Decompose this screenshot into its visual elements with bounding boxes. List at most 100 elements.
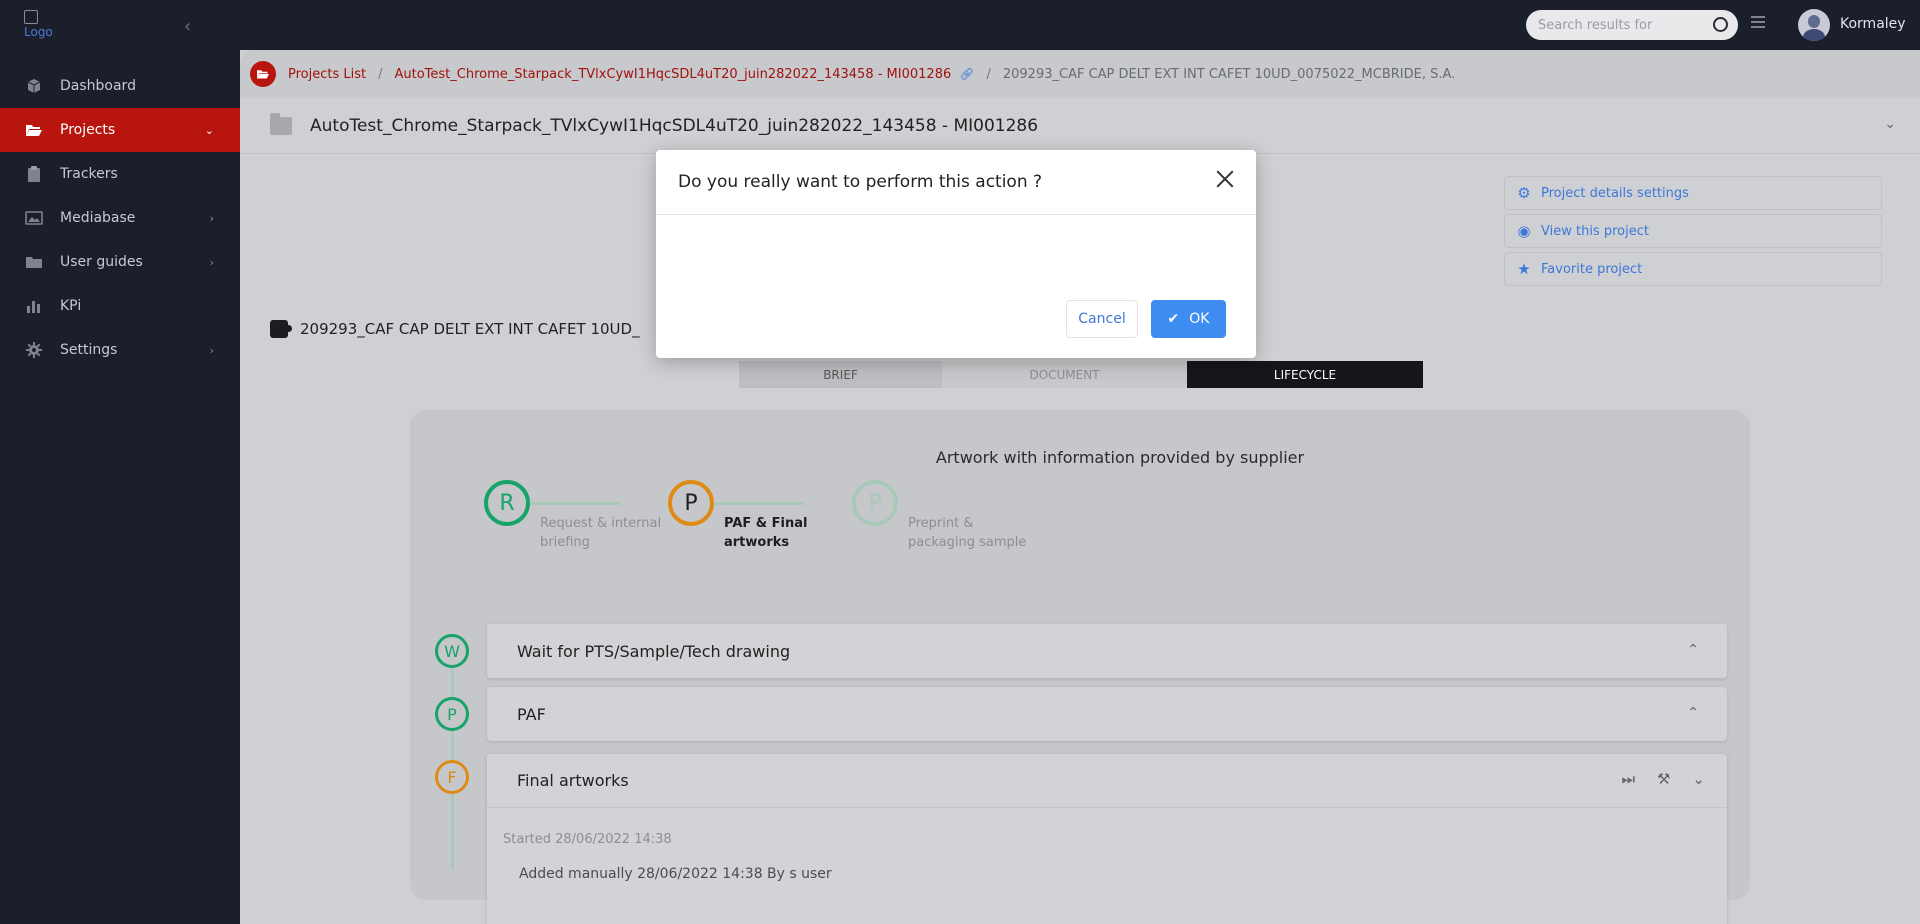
lifecycle-panel: Artwork with information provided by sup… (410, 410, 1750, 924)
gear-icon: ⚙ (1517, 184, 1531, 202)
tab-lifecycle[interactable]: LIFECYCLE (1187, 361, 1423, 388)
step-circle-request[interactable]: R (484, 480, 530, 526)
chevron-up-icon[interactable]: ⌃ (1687, 705, 1699, 721)
step-label-line: Preprint & (908, 516, 974, 531)
stage-actions: ⏭︎ ⚒︎ ⌄ (1621, 770, 1705, 788)
document-title: 209293_CAF CAP DELT EXT INT CAFET 10UD_ (270, 320, 640, 338)
sidebar-item-kpi[interactable]: KPi (0, 284, 240, 328)
step-label-line: PAF & Final (724, 516, 808, 531)
breadcrumb-separator: / (986, 66, 991, 82)
step-connector (530, 502, 620, 505)
stage-final-artworks: Final artworks ⏭︎ ⚒︎ ⌄ Started 28/06/202… (487, 754, 1727, 924)
favorite-project-label: Favorite project (1541, 261, 1643, 277)
collapse-sidebar-button[interactable]: ‹ (184, 16, 191, 37)
step-label-request: Request & internal briefing (540, 514, 661, 552)
project-details-settings-label: Project details settings (1541, 185, 1689, 201)
stage-name: PAF (517, 704, 546, 724)
folder-open-icon (250, 61, 276, 87)
chevron-up-icon[interactable]: ⌃ (1687, 642, 1699, 658)
view-project-label: View this project (1541, 223, 1649, 239)
stage-paf[interactable]: PAF ⌃ (487, 687, 1727, 741)
sidebar-item-label: Mediabase (60, 210, 136, 226)
step-label-line: artworks (724, 535, 790, 550)
sidebar-item-settings[interactable]: Settings › (0, 328, 240, 372)
breadcrumb-project[interactable]: AutoTest_Chrome_Starpack_TVlxCywI1HqcSDL… (395, 67, 952, 82)
sidebar-item-user-guides[interactable]: User guides › (0, 240, 240, 284)
sidebar-item-dashboard[interactable]: Dashboard (0, 64, 240, 108)
tools-icon[interactable]: ⚒︎ (1657, 770, 1670, 788)
step-label-paf: PAF & Final artworks (724, 514, 807, 552)
sidebar-item-projects[interactable]: Projects ⌄ (0, 108, 240, 152)
logo[interactable]: Logo (24, 10, 64, 44)
folder-icon (24, 252, 44, 272)
broken-image-icon (24, 10, 38, 24)
sidebar-item-label: Dashboard (60, 78, 136, 94)
stage-name: Final artworks (517, 771, 629, 790)
menu-icon[interactable] (1751, 16, 1765, 32)
document-tabs: BRIEF DOCUMENT LIFECYCLE (739, 361, 1423, 388)
folder-open-icon (24, 120, 44, 140)
skip-forward-icon[interactable]: ⏭︎ (1621, 770, 1635, 788)
stage-circle-wait: W (435, 634, 469, 668)
folder-icon (270, 112, 292, 135)
chevron-right-icon: › (209, 255, 214, 269)
project-details-settings-button[interactable]: ⚙ Project details settings (1504, 176, 1882, 210)
stage-started-text: Started 28/06/2022 14:38 (503, 832, 672, 847)
stage-name: Wait for PTS/Sample/Tech drawing (517, 641, 791, 661)
project-actions: ⚙ Project details settings ◉ View this p… (1504, 176, 1882, 290)
sidebar-item-label: Projects (60, 122, 116, 138)
sidebar-item-label: Trackers (60, 166, 118, 182)
link-icon[interactable]: 🔗︎ (959, 67, 974, 81)
stage-circle-paf: P (435, 697, 469, 731)
breadcrumb-separator: / (378, 66, 383, 82)
ok-button[interactable]: ✔ OK (1151, 300, 1226, 338)
image-icon (24, 208, 44, 228)
clipboard-icon (24, 164, 44, 184)
view-project-button[interactable]: ◉ View this project (1504, 214, 1882, 248)
sidebar-item-label: User guides (60, 254, 143, 270)
chevron-right-icon: › (209, 343, 214, 357)
sidebar-item-mediabase[interactable]: Mediabase › (0, 196, 240, 240)
step-label-line: briefing (540, 535, 590, 550)
step-circle-preprint[interactable]: P (852, 480, 898, 526)
sidebar-item-label: Settings (60, 342, 118, 358)
sidebar: Logo ‹ Dashboard Projects ⌄ Trackers Med… (0, 0, 240, 924)
tab-brief[interactable]: BRIEF (739, 361, 942, 388)
favorite-project-button[interactable]: ★ Favorite project (1504, 252, 1882, 286)
gear-icon (24, 340, 44, 360)
breadcrumb: Projects List / AutoTest_Chrome_Starpack… (240, 50, 1920, 98)
stage-wait-pts[interactable]: Wait for PTS/Sample/Tech drawing ⌃ (487, 624, 1727, 678)
avatar[interactable] (1798, 9, 1830, 41)
bar-chart-icon (24, 296, 44, 316)
chevron-down-icon: ⌄ (204, 123, 214, 137)
close-icon[interactable] (1214, 168, 1236, 190)
sidebar-item-label: KPi (60, 298, 82, 314)
step-label-preprint: Preprint & packaging sample (908, 514, 1026, 552)
search-box (1526, 10, 1738, 40)
chevron-down-icon[interactable]: ⌄ (1884, 116, 1896, 132)
username[interactable]: Kormaley (1840, 16, 1906, 32)
cancel-button[interactable]: Cancel (1066, 300, 1138, 338)
document-title-text: 209293_CAF CAP DELT EXT INT CAFET 10UD_ (300, 320, 640, 338)
check-icon: ✔ (1167, 311, 1180, 327)
project-title: AutoTest_Chrome_Starpack_TVlxCywI1HqcSDL… (310, 115, 1039, 136)
dialog-title: Do you really want to perform this actio… (678, 172, 1043, 192)
topbar: Kormaley (240, 0, 1920, 50)
eye-icon: ◉ (1517, 222, 1531, 240)
search-icon[interactable] (1713, 17, 1728, 32)
stage-added-text: Added manually 28/06/2022 14:38 By s use… (519, 866, 832, 882)
project-header[interactable]: AutoTest_Chrome_Starpack_TVlxCywI1HqcSDL… (240, 98, 1920, 154)
step-circle-paf[interactable]: P (668, 480, 714, 526)
stage-circle-final: F (435, 760, 469, 794)
logo-alt-text: Logo (24, 25, 53, 39)
search-input[interactable] (1526, 10, 1696, 40)
stage-final-header[interactable]: Final artworks ⏭︎ ⚒︎ ⌄ (487, 754, 1727, 808)
breadcrumb-current: 209293_CAF CAP DELT EXT INT CAFET 10UD_0… (1002, 66, 1456, 82)
breadcrumb-projects-list[interactable]: Projects List (288, 67, 366, 82)
sidebar-item-trackers[interactable]: Trackers (0, 152, 240, 196)
tab-document[interactable]: DOCUMENT (942, 361, 1187, 388)
ok-label: OK (1189, 311, 1210, 327)
dialog-header: Do you really want to perform this actio… (656, 150, 1256, 215)
step-label-line: Request & internal (540, 516, 662, 531)
chevron-down-icon[interactable]: ⌄ (1692, 770, 1705, 788)
